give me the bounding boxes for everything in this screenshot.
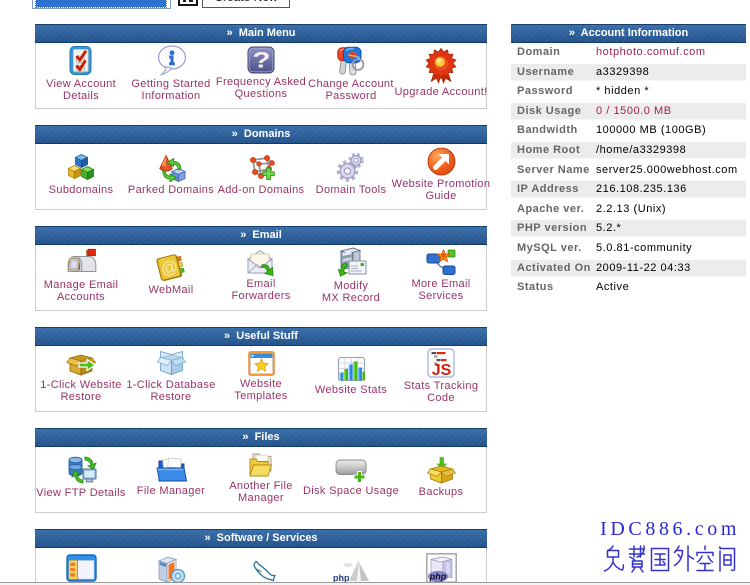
svg-text:JS: JS xyxy=(432,362,452,378)
svg-text:?: ? xyxy=(252,47,270,72)
svg-text:php: php xyxy=(428,572,446,582)
svg-text:php: php xyxy=(333,573,350,582)
